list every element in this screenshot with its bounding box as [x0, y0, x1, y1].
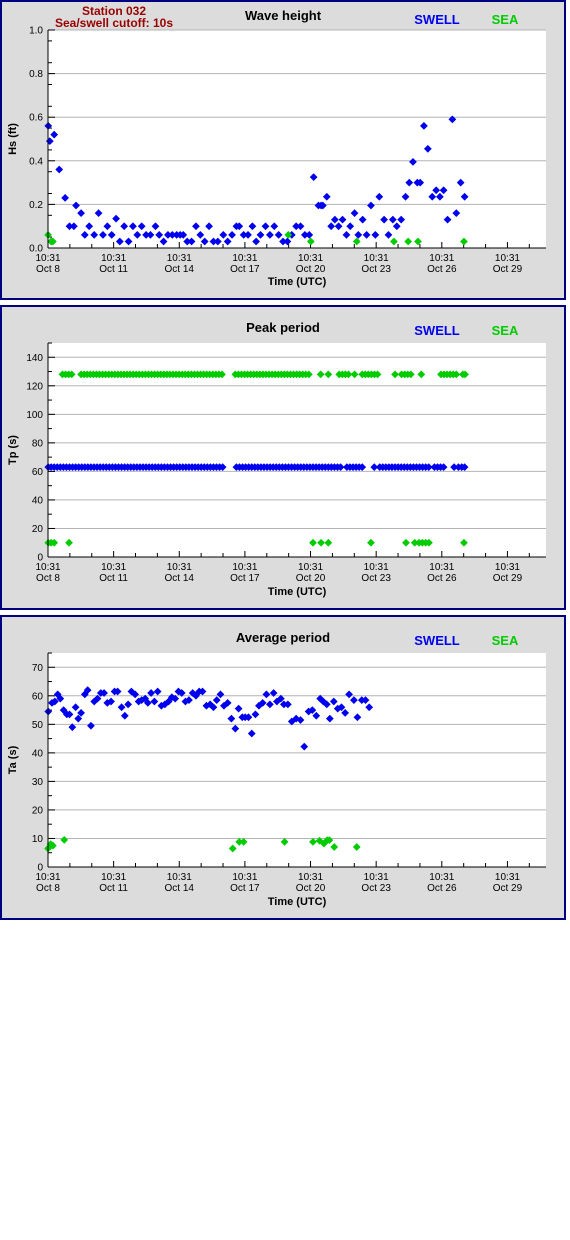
x-tick-date: Oct 17 [230, 264, 260, 275]
legend-swell-1: SWELL [414, 12, 460, 27]
y-tick-label: 0.2 [29, 200, 43, 211]
average-period-header: Average period SWELL SEA [236, 630, 519, 648]
x-tick-time: 10:31 [429, 872, 454, 883]
y-tick-label: 0.6 [29, 113, 43, 124]
legend-sea-2: SEA [492, 323, 519, 338]
x-tick-time: 10:31 [35, 562, 60, 573]
wave-height-plot [44, 29, 546, 249]
legend-sea-1: SEA [492, 12, 519, 27]
x-tick-date: Oct 23 [361, 883, 391, 894]
x-tick-time: 10:31 [364, 872, 389, 883]
x-tick-time: 10:31 [101, 562, 126, 573]
x-tick-date: Oct 8 [36, 573, 60, 584]
y-tick-label: 30 [32, 777, 44, 788]
average-period-plot [44, 652, 546, 868]
x-tick-time: 10:31 [232, 562, 257, 573]
x-tick-time: 10:31 [298, 562, 323, 573]
x-tick-time: 10:31 [429, 253, 454, 264]
y-tick-label: 40 [32, 748, 44, 759]
x-tick-date: Oct 11 [99, 573, 128, 584]
y-tick-label: 80 [32, 438, 44, 449]
x-tick-time: 10:31 [101, 872, 126, 883]
x-tick-time: 10:31 [364, 253, 389, 264]
average-period-svg: Average period SWELL SEA 010203040506070… [7, 630, 546, 908]
x-tick-date: Oct 8 [36, 264, 60, 275]
y-tick-label: 120 [26, 381, 43, 392]
x-tick-date: Oct 26 [427, 264, 457, 275]
x-tick-time: 10:31 [35, 872, 60, 883]
x-tick-date: Oct 26 [427, 573, 457, 584]
x-tick-date: Oct 17 [230, 883, 260, 894]
x-tick-time: 10:31 [232, 253, 257, 264]
y-axis-label-2: Tp (s) [7, 435, 19, 465]
x-tick-date: Oct 20 [296, 883, 326, 894]
x-tick-time: 10:31 [495, 872, 520, 883]
y-tick-label: 60 [32, 691, 44, 702]
peak-period-header: Peak period SWELL SEA [246, 320, 519, 338]
x-tick-time: 10:31 [429, 562, 454, 573]
y-axis-label-1: Hs (ft) [7, 123, 19, 155]
x-tick-date: Oct 20 [296, 573, 326, 584]
y-tick-label: 10 [32, 834, 44, 845]
chart-title-average-period: Average period [236, 630, 330, 645]
x-tick-date: Oct 11 [99, 264, 128, 275]
x-tick-time: 10:31 [495, 253, 520, 264]
y-tick-label: 20 [32, 524, 44, 535]
y-tick-label: 70 [32, 663, 44, 674]
x-axis-label-1: Time (UTC) [268, 276, 327, 288]
plot-background-1 [48, 30, 546, 248]
y-tick-label: 40 [32, 495, 44, 506]
x-tick-date: Oct 26 [427, 883, 457, 894]
x-tick-date: Oct 14 [165, 264, 195, 275]
average-period-panel: Average period SWELL SEA 0 10 20 30 40 50 60 70… [0, 615, 566, 920]
y-tick-label: 140 [26, 353, 43, 364]
x-tick-date: Oct 29 [493, 573, 523, 584]
x-tick-time: 10:31 [232, 872, 257, 883]
wave-height-panel: Station 032 Sea/swell cutoff: 10s Wave h… [0, 0, 566, 300]
x-tick-time: 10:31 [167, 253, 192, 264]
wave-height-header: Station 032 Sea/swell cutoff: 10s Wave h… [55, 4, 519, 30]
x-axis-label-3: Time (UTC) [268, 896, 327, 908]
x-tick-time: 10:31 [298, 253, 323, 264]
peak-period-svg: Peak period SWELL SEA 020406080100120140… [7, 320, 546, 598]
chart-title-wave-height: Wave height [245, 8, 322, 23]
x-tick-time: 10:31 [101, 253, 126, 264]
charts-stack: Station 032 Sea/swell cutoff: 10s Wave h… [0, 0, 570, 920]
legend-sea-3: SEA [492, 633, 519, 648]
y-tick-label: 60 [32, 467, 44, 478]
y-tick-label: 100 [26, 410, 43, 421]
x-tick-date: Oct 8 [36, 883, 60, 894]
x-tick-time: 10:31 [35, 253, 60, 264]
legend-swell-3: SWELL [414, 633, 460, 648]
wave-height-svg: Station 032 Sea/swell cutoff: 10s Wave h… [7, 4, 546, 288]
chart-title-peak-period: Peak period [246, 320, 320, 335]
x-tick-date: Oct 14 [165, 883, 195, 894]
x-tick-time: 10:31 [495, 562, 520, 573]
x-tick-date: Oct 23 [361, 264, 391, 275]
legend-swell-2: SWELL [414, 323, 460, 338]
x-tick-date: Oct 23 [361, 573, 391, 584]
y-tick-label: 1.0 [29, 26, 43, 37]
x-tick-date: Oct 29 [493, 883, 523, 894]
y-tick-label: 0.4 [29, 156, 43, 167]
x-tick-time: 10:31 [298, 872, 323, 883]
x-tick-time: 10:31 [364, 562, 389, 573]
x-tick-date: Oct 29 [493, 264, 523, 275]
x-tick-date: Oct 17 [230, 573, 260, 584]
y-tick-label: 50 [32, 720, 44, 731]
peak-period-plot [44, 342, 546, 558]
x-tick-time: 10:31 [167, 872, 192, 883]
x-tick-date: Oct 20 [296, 264, 326, 275]
x-tick-date: Oct 11 [99, 883, 128, 894]
y-tick-label: 0.8 [29, 69, 43, 80]
x-tick-time: 10:31 [167, 562, 192, 573]
cutoff-label: Sea/swell cutoff: 10s [55, 16, 173, 30]
x-axis-label-2: Time (UTC) [268, 586, 327, 598]
y-tick-label: 20 [32, 805, 44, 816]
plot-background-3 [48, 653, 546, 867]
peak-period-panel: Peak period SWELL SEA 0 20 40 60 80 100 120 140… [0, 305, 566, 610]
y-axis-label-3: Ta (s) [7, 745, 19, 774]
x-tick-date: Oct 14 [165, 573, 195, 584]
